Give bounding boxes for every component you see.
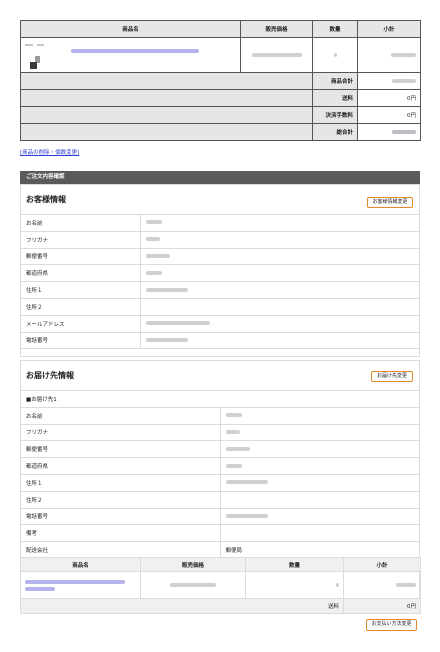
summary-label-fee: 決済手数料 bbox=[312, 106, 358, 124]
col-header-subtotal: 小計 bbox=[357, 20, 421, 38]
customer-row-name: お名前 bbox=[20, 214, 420, 232]
delivery-row-phone: 電話番号 bbox=[20, 507, 420, 526]
customer-row-phone: 電話番号 bbox=[20, 331, 420, 350]
product-thumbnail bbox=[25, 44, 51, 70]
delivery-item-price bbox=[140, 571, 246, 599]
edit-items-link[interactable]: [商品の削除・個数変更] bbox=[20, 148, 79, 156]
delivery-subheading-row: ■お届け先1 bbox=[20, 390, 420, 408]
edit-customer-button[interactable]: お客様情報変更 bbox=[367, 197, 413, 208]
delivery-row-prefecture: 都道府県 bbox=[20, 457, 420, 475]
delivery-row-carrier: 配送会社 郵便局 bbox=[20, 541, 420, 559]
edit-delivery-button[interactable]: お届け先変更 bbox=[371, 371, 413, 382]
delivery-item-qty bbox=[245, 571, 344, 599]
delivery-subheading: ■お届け先1 bbox=[20, 390, 420, 408]
delivery-row-note: 備考 bbox=[20, 524, 420, 543]
delivery-item-row bbox=[20, 571, 421, 599]
delivery-col-subtotal: 小計 bbox=[343, 557, 421, 572]
edit-payment-button[interactable]: お支払い方法変更 bbox=[366, 619, 417, 631]
customer-row-address1: 住所１ bbox=[20, 281, 420, 299]
summary-row-fee: 決済手数料 0円 bbox=[20, 106, 421, 124]
delivery-item-product bbox=[20, 571, 141, 599]
delivery-items-table: 商品名 販売価格 数量 小計 送料 0円 bbox=[20, 557, 421, 614]
cart-item-subtotal bbox=[357, 37, 421, 73]
cart-table: 商品名 販売価格 数量 小計 商品合計 送料 0円 決済手数料 0円 総合計 bbox=[20, 20, 421, 141]
customer-row-prefecture: 都道府県 bbox=[20, 264, 420, 283]
cart-item-row bbox=[20, 37, 421, 73]
delivery-col-price: 販売価格 bbox=[140, 557, 246, 572]
carrier-value: 郵便局 bbox=[219, 541, 420, 559]
delivery-shipping-label: 送料 bbox=[20, 598, 344, 614]
delivery-row-kana: フリガナ bbox=[20, 423, 420, 442]
cart-item-product-cell bbox=[20, 37, 241, 73]
summary-value-shipping: 0円 bbox=[357, 89, 421, 107]
summary-label-total: 総合計 bbox=[312, 123, 358, 141]
delivery-shipping-value: 0円 bbox=[343, 598, 421, 614]
delivery-row-zip: 郵便番号 bbox=[20, 440, 420, 459]
customer-row-kana: フリガナ bbox=[20, 230, 420, 249]
delivery-row-address1: 住所１ bbox=[20, 473, 420, 492]
col-header-product: 商品名 bbox=[20, 20, 241, 38]
delivery-info-table: ■お届け先1 お名前 フリガナ 郵便番号 都道府県 住所１ 住所２ 電話番号 備… bbox=[20, 390, 420, 559]
summary-row-shipping: 送料 0円 bbox=[20, 89, 421, 107]
col-header-qty: 数量 bbox=[312, 20, 358, 38]
order-confirm-header: ご注文内容確認 bbox=[20, 171, 420, 184]
summary-value-fee: 0円 bbox=[357, 106, 421, 124]
summary-row-goods: 商品合計 bbox=[20, 72, 421, 90]
customer-row-zip: 郵便番号 bbox=[20, 247, 420, 266]
customer-row-email: メールアドレス bbox=[20, 314, 420, 333]
customer-title: お客様情報 bbox=[26, 195, 66, 204]
summary-value-total bbox=[357, 123, 421, 141]
delivery-title: お届け先情報 bbox=[26, 371, 74, 380]
product-name-link[interactable] bbox=[71, 49, 199, 53]
customer-row-address2: 住所２ bbox=[20, 297, 420, 316]
summary-value-goods bbox=[357, 72, 421, 90]
col-header-price: 販売価格 bbox=[240, 20, 313, 38]
cart-item-price bbox=[240, 37, 313, 73]
delivery-row-name: お名前 bbox=[20, 406, 420, 425]
delivery-col-qty: 数量 bbox=[245, 557, 344, 572]
customer-info-table: お名前 フリガナ 郵便番号 都道府県 住所１ 住所２ メールアドレス 電話番号 bbox=[20, 214, 420, 350]
summary-label-shipping: 送料 bbox=[312, 89, 358, 107]
summary-label-goods: 商品合計 bbox=[312, 72, 358, 90]
delivery-item-subtotal bbox=[343, 571, 421, 599]
delivery-row-address2: 住所２ bbox=[20, 490, 420, 509]
delivery-shipping-row: 送料 0円 bbox=[20, 598, 421, 614]
cart-item-qty bbox=[312, 37, 358, 73]
summary-row-total: 総合計 bbox=[20, 123, 421, 141]
delivery-col-product: 商品名 bbox=[20, 557, 141, 572]
